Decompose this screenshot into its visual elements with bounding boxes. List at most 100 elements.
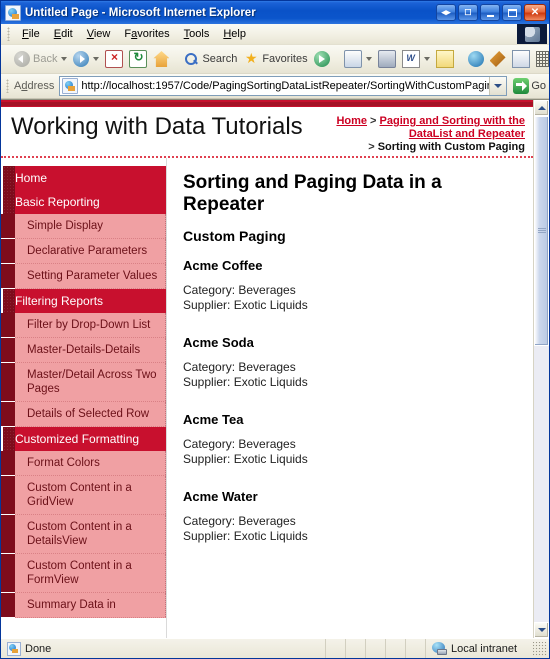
address-input-wrap[interactable] bbox=[59, 76, 508, 96]
address-dropdown-icon[interactable] bbox=[489, 77, 507, 95]
messenger-icon bbox=[467, 51, 484, 67]
ie-page-icon bbox=[5, 4, 21, 21]
refresh-button[interactable] bbox=[126, 48, 150, 70]
research-button[interactable] bbox=[509, 48, 533, 70]
print-button[interactable] bbox=[375, 48, 399, 70]
scrollbar-track[interactable] bbox=[534, 116, 549, 622]
scrollbar-thumb[interactable] bbox=[534, 116, 549, 346]
sidebar-section-home[interactable]: Home bbox=[3, 166, 166, 190]
messenger-button[interactable] bbox=[465, 48, 487, 70]
sidebar-item-custom-content-gridview[interactable]: Custom Content in a GridView bbox=[1, 476, 166, 515]
breadcrumb-parent-link[interactable]: Paging and Sorting with the DataList and… bbox=[380, 115, 525, 140]
notes-button[interactable] bbox=[433, 48, 457, 70]
chevron-down-icon bbox=[537, 628, 546, 632]
product-supplier: Supplier: Exotic Liquids bbox=[183, 529, 308, 543]
close-button[interactable]: ✕ bbox=[524, 4, 546, 21]
edit-in-word-button[interactable] bbox=[399, 48, 433, 70]
edit-dropdown-icon[interactable] bbox=[423, 57, 430, 61]
product-name: Acme Coffee bbox=[183, 258, 263, 273]
menu-edit[interactable]: Edit bbox=[47, 26, 80, 42]
page-favicon-icon bbox=[62, 78, 79, 94]
sidebar-item-filter-by-drop-down-list[interactable]: Filter by Drop-Down List bbox=[1, 313, 166, 338]
page-title: Sorting and Paging Data in a Repeater bbox=[183, 172, 442, 215]
toolbar: Back Search ★ Favorites bbox=[1, 45, 549, 74]
product-item: Acme Soda Category: Beverages Supplier: … bbox=[183, 335, 517, 390]
sidebar-section-customized-formatting[interactable]: Customized Formatting bbox=[3, 427, 166, 451]
favorites-label: Favorites bbox=[262, 53, 308, 65]
mail-button[interactable] bbox=[341, 48, 375, 70]
home-button[interactable] bbox=[150, 48, 172, 70]
product-supplier: Supplier: Exotic Liquids bbox=[183, 452, 308, 466]
security-zone-pane[interactable]: Local intranet bbox=[426, 639, 533, 658]
favorites-button[interactable]: ★ Favorites bbox=[240, 48, 310, 70]
sidebar-item-custom-content-detailsview[interactable]: Custom Content in a DetailsView bbox=[1, 515, 166, 554]
window-buttons: ◂▸ ☐ ✕ bbox=[436, 4, 547, 21]
menu-file[interactable]: File bbox=[15, 26, 47, 42]
product-supplier: Supplier: Exotic Liquids bbox=[183, 375, 308, 389]
grid-button[interactable] bbox=[533, 48, 549, 70]
sidebar-item-master-details-details[interactable]: Master-Details-Details bbox=[1, 338, 166, 363]
maximize-button[interactable] bbox=[502, 4, 522, 21]
sidebar-item-setting-parameter-values[interactable]: Setting Parameter Values bbox=[1, 264, 166, 289]
status-pane-5 bbox=[406, 639, 426, 658]
ie-browser-window: Untitled Page - Microsoft Internet Explo… bbox=[0, 0, 550, 659]
sidebar-section-label: Customized Formatting bbox=[15, 432, 140, 446]
back-icon bbox=[14, 51, 30, 67]
sidebar-item-declarative-parameters[interactable]: Declarative Parameters bbox=[1, 239, 166, 264]
address-gripper[interactable] bbox=[6, 79, 9, 93]
menu-favorites[interactable]: Favorites bbox=[117, 26, 176, 42]
scroll-up-button[interactable] bbox=[534, 100, 549, 116]
product-category: Category: Beverages bbox=[183, 283, 296, 297]
sidebar-item-custom-content-formview[interactable]: Custom Content in a FormView bbox=[1, 554, 166, 593]
forward-button[interactable] bbox=[70, 48, 102, 70]
forward-dropdown-icon[interactable] bbox=[93, 57, 100, 61]
sidebar-item-summary-data-in[interactable]: Summary Data in bbox=[1, 593, 166, 618]
menu-view[interactable]: View bbox=[80, 26, 118, 42]
sidebar-section-filtering-reports[interactable]: Filtering Reports bbox=[3, 289, 166, 313]
stop-icon bbox=[105, 50, 124, 68]
page-body: Home Basic Reporting Simple Display Decl… bbox=[1, 158, 533, 638]
stop-button[interactable] bbox=[102, 48, 126, 70]
mail-dropdown-icon[interactable] bbox=[365, 57, 372, 61]
restore-group-button[interactable]: ◂▸ bbox=[436, 4, 456, 21]
sidebar-item-details-of-selected-row[interactable]: Details of Selected Row bbox=[1, 402, 166, 427]
sidebar-item-simple-display[interactable]: Simple Display bbox=[1, 214, 166, 239]
product-category: Category: Beverages bbox=[183, 360, 296, 374]
product-category: Category: Beverages bbox=[183, 514, 296, 528]
status-pane-3 bbox=[366, 639, 386, 658]
menu-tools[interactable]: Tools bbox=[177, 26, 217, 42]
sidebar-item-format-colors[interactable]: Format Colors bbox=[1, 451, 166, 476]
status-pane-1 bbox=[326, 639, 346, 658]
sidebar-section-basic-reporting[interactable]: Basic Reporting bbox=[3, 190, 166, 214]
vertical-scrollbar[interactable] bbox=[533, 100, 549, 638]
mail-icon bbox=[343, 50, 362, 68]
back-button[interactable]: Back bbox=[11, 48, 70, 70]
status-message-pane: Done bbox=[1, 639, 326, 658]
search-button[interactable]: Search bbox=[180, 48, 240, 70]
media-icon bbox=[313, 51, 330, 67]
page-scroll-area: Working with Data Tutorials Home > Pagin… bbox=[1, 100, 533, 638]
address-bar: Address Go bbox=[1, 74, 549, 99]
breadcrumb: Home > Paging and Sorting with the DataL… bbox=[310, 111, 525, 154]
forward-icon bbox=[73, 51, 90, 67]
window-resize-grip[interactable] bbox=[533, 641, 547, 656]
minimize-button[interactable] bbox=[480, 4, 500, 21]
section-subtitle: Custom Paging bbox=[183, 228, 286, 244]
breadcrumb-current: Sorting with Custom Paging bbox=[377, 141, 525, 153]
breadcrumb-separator-1: > bbox=[367, 115, 380, 127]
sidebar-section-label: Basic Reporting bbox=[15, 195, 100, 209]
status-pane-2 bbox=[346, 639, 366, 658]
restore-window-button[interactable]: ☐ bbox=[458, 4, 478, 21]
media-button[interactable] bbox=[311, 48, 333, 70]
search-icon bbox=[183, 51, 199, 67]
sidebar-item-master-detail-across-two-pages[interactable]: Master/Detail Across Two Pages bbox=[1, 363, 166, 402]
back-dropdown-icon[interactable] bbox=[61, 57, 68, 61]
menu-gripper[interactable] bbox=[7, 27, 10, 41]
address-input[interactable] bbox=[81, 80, 490, 92]
scroll-down-button[interactable] bbox=[534, 622, 549, 638]
breadcrumb-home-link[interactable]: Home bbox=[336, 115, 367, 127]
menu-help[interactable]: Help bbox=[216, 26, 253, 42]
bird-button[interactable] bbox=[487, 48, 509, 70]
page-viewport: Working with Data Tutorials Home > Pagin… bbox=[1, 99, 549, 638]
go-button[interactable]: Go bbox=[513, 78, 546, 94]
